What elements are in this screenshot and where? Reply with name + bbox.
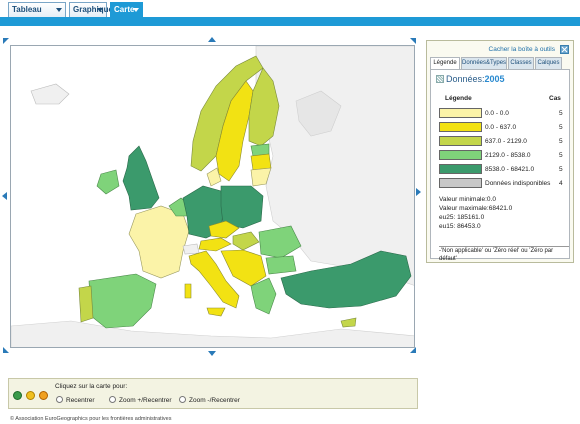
chevron-down-icon <box>133 8 139 12</box>
tab-graphique-label: Graphique <box>73 5 114 14</box>
country-austria <box>198 237 232 252</box>
legend-row: 0.0 - 0.0 5 <box>439 108 567 119</box>
country-sardinia <box>184 283 192 299</box>
data-title-prefix: Données: <box>446 74 485 84</box>
pan-right-icon[interactable] <box>416 188 421 196</box>
legend-row-count: 5 <box>559 124 563 131</box>
legend-swatch <box>439 164 482 174</box>
count-header: Cas <box>549 95 561 102</box>
tools-prompt: Cliquez sur la carte pour: <box>55 383 128 390</box>
map-canvas[interactable] <box>11 46 415 348</box>
data-year: 2005 <box>484 74 505 84</box>
legend-row-label: 2129.0 - 8538.0 <box>485 152 531 159</box>
header-bar <box>0 17 580 26</box>
stat-eu15: eu15: 86453.0 <box>439 223 481 230</box>
recenter-icon[interactable] <box>13 391 22 400</box>
legend-row: 0.0 - 637.0 5 <box>439 122 567 133</box>
view-tab-bar: Tableau Graphique Carte <box>0 0 580 17</box>
pan-down-left-icon[interactable] <box>3 347 9 353</box>
stat-max: Valeur maximale:68421.0 <box>439 205 513 212</box>
tab-graphique[interactable]: Graphique <box>69 2 113 17</box>
chevron-down-icon <box>56 8 62 12</box>
country-ireland <box>96 169 120 195</box>
legend-row: 637.0 - 2129.0 5 <box>439 136 567 147</box>
legend-body: Données:2005 Légende Cas 0.0 - 0.0 5 0.0… <box>430 69 570 262</box>
radio-zoom-in-label: Zoom +/Recentrer <box>119 397 172 404</box>
radio-recentrer-label: Recentrer <box>66 397 95 404</box>
tab-tableau-label: Tableau <box>12 5 42 14</box>
legend-row-count: 5 <box>559 166 563 173</box>
country-sicily <box>206 307 226 317</box>
legend-row-label: 637.0 - 2129.0 <box>485 138 527 145</box>
pan-up-right-icon[interactable] <box>410 38 416 44</box>
tab-calques[interactable]: Calques <box>535 57 562 69</box>
data-title: Données:2005 <box>436 74 505 84</box>
tab-carte[interactable]: Carte <box>110 2 143 17</box>
country-france <box>128 205 190 279</box>
legend-row-count: 5 <box>559 152 563 159</box>
country-uk <box>122 145 160 211</box>
country-cyprus <box>340 317 357 328</box>
tab-carte-label: Carte <box>114 5 135 14</box>
country-iceland <box>30 83 70 105</box>
country-latvia <box>250 153 272 171</box>
legend-row-count: 4 <box>559 180 563 187</box>
legend-header: Légende <box>445 95 472 102</box>
legend-row: 2129.0 - 8538.0 5 <box>439 150 567 161</box>
europe-map[interactable] <box>10 45 415 348</box>
legend-note: -'Non applicable' ou 'Zéro réel' ou 'Zér… <box>439 246 569 263</box>
legend-row-count: 5 <box>559 138 563 145</box>
legend-row-label: 0.0 - 0.0 <box>485 110 509 117</box>
legend-row-label: 8538.0 - 68421.0 <box>485 166 535 173</box>
close-icon[interactable] <box>560 45 569 54</box>
legend-row-label: Données indisponibles <box>485 180 551 187</box>
tab-tableau[interactable]: Tableau <box>8 2 66 17</box>
legend-swatch <box>439 108 482 118</box>
legend-swatch <box>439 178 482 188</box>
radio-zoom-out[interactable] <box>179 396 186 403</box>
copyright-footer: © Association EuroGeographics pour les f… <box>10 416 172 422</box>
legend-panel: Cacher la boîte à outils Légende Données… <box>426 40 574 263</box>
country-bulgaria <box>265 255 297 275</box>
zoom-out-icon[interactable] <box>39 391 48 400</box>
country-spain <box>88 273 157 329</box>
stat-min: Valeur minimale:0.0 <box>439 196 496 203</box>
grid-icon <box>436 75 444 83</box>
legend-row-label: 0.0 - 637.0 <box>485 124 517 131</box>
radio-zoom-in[interactable] <box>109 396 116 403</box>
chevron-down-icon <box>97 8 103 12</box>
legend-swatch <box>439 136 482 146</box>
pan-left-icon[interactable] <box>2 192 7 200</box>
map-tools: Cliquez sur la carte pour: Recentrer Zoo… <box>8 378 418 409</box>
tab-donnees-types[interactable]: Données&Types <box>461 57 507 69</box>
tab-classes[interactable]: Classes <box>508 57 534 69</box>
country-hungary <box>232 231 260 251</box>
country-portugal <box>78 285 94 323</box>
legend-row-count: 5 <box>559 110 563 117</box>
pan-up-icon[interactable] <box>208 37 216 42</box>
radio-recentrer[interactable] <box>56 396 63 403</box>
hide-toolbox-link[interactable]: Cacher la boîte à outils <box>489 46 555 53</box>
zoom-in-icon[interactable] <box>26 391 35 400</box>
pan-up-left-icon[interactable] <box>3 38 9 44</box>
country-switzerland <box>182 243 200 255</box>
legend-swatch <box>439 150 482 160</box>
country-balkans <box>220 249 267 287</box>
legend-swatch <box>439 122 482 132</box>
stat-eu25: eu25: 185161.0 <box>439 214 485 221</box>
radio-zoom-out-label: Zoom -/Recentrer <box>189 397 240 404</box>
pan-down-icon[interactable] <box>208 351 216 356</box>
legend-row: 8538.0 - 68421.0 5 <box>439 164 567 175</box>
legend-row: Données indisponibles 4 <box>439 178 567 189</box>
